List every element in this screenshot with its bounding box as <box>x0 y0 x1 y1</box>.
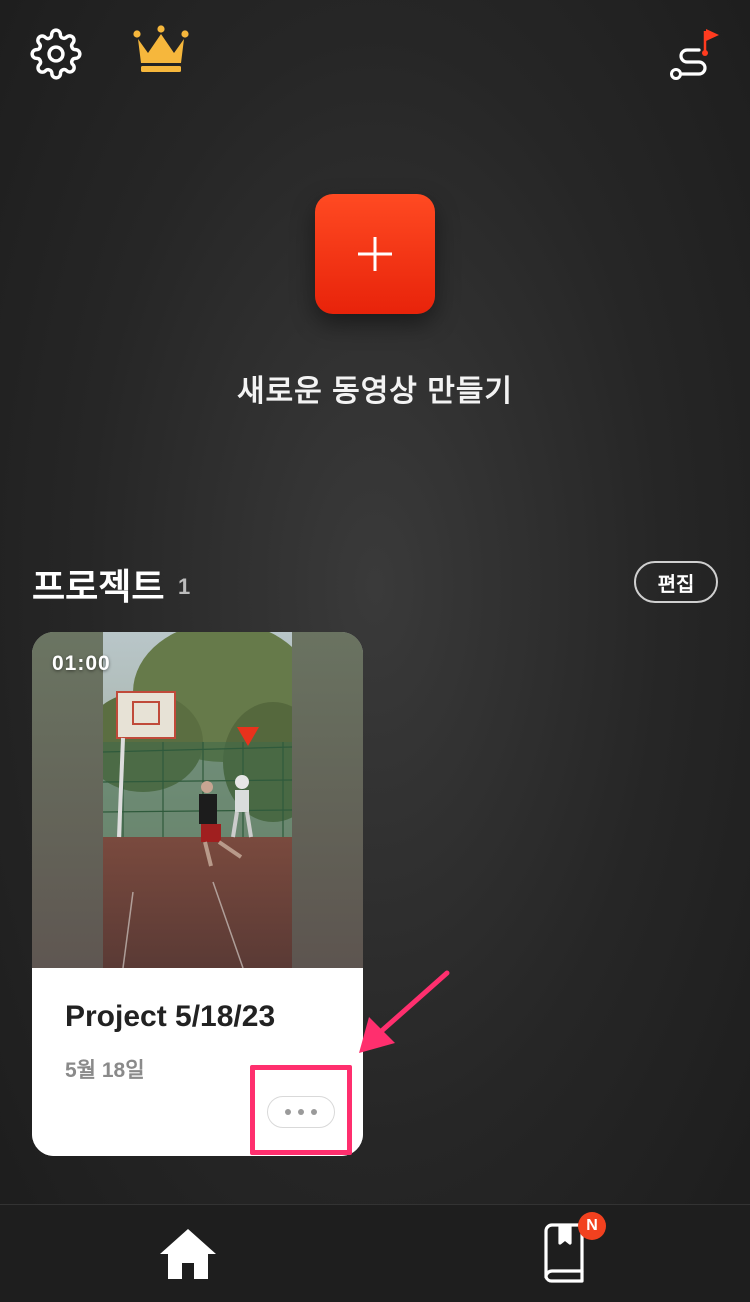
bottom-navigation <box>0 1204 750 1302</box>
edit-button[interactable]: 편집 <box>634 561 718 603</box>
project-duration: 01:00 <box>52 652 111 675</box>
gear-icon[interactable] <box>28 26 84 82</box>
thumbnail-blur-right <box>292 632 363 968</box>
route-flag-icon[interactable] <box>664 22 724 82</box>
annotation-arrow-icon <box>359 970 450 1053</box>
create-video-label[interactable]: 새로운 동영상 만들기 <box>0 366 750 410</box>
top-bar <box>0 0 750 110</box>
projects-count: 1 <box>178 574 191 599</box>
home-icon <box>160 1229 216 1279</box>
thumbnail-blur-left <box>32 632 103 968</box>
create-video-button[interactable] <box>315 194 435 314</box>
project-name: Project 5/18/23 <box>65 1000 276 1033</box>
home-tab[interactable] <box>158 1227 218 1281</box>
projects-title: 프로젝트 <box>32 566 165 607</box>
annotation-highlight-box <box>250 1065 352 1155</box>
crown-icon[interactable] <box>132 24 190 76</box>
project-thumbnail[interactable]: 01:00 <box>32 632 363 968</box>
project-date: 5월 18일 <box>65 1059 145 1082</box>
plus-icon <box>358 237 392 271</box>
notification-badge: N <box>578 1212 606 1240</box>
basketball-court-image <box>103 632 292 968</box>
